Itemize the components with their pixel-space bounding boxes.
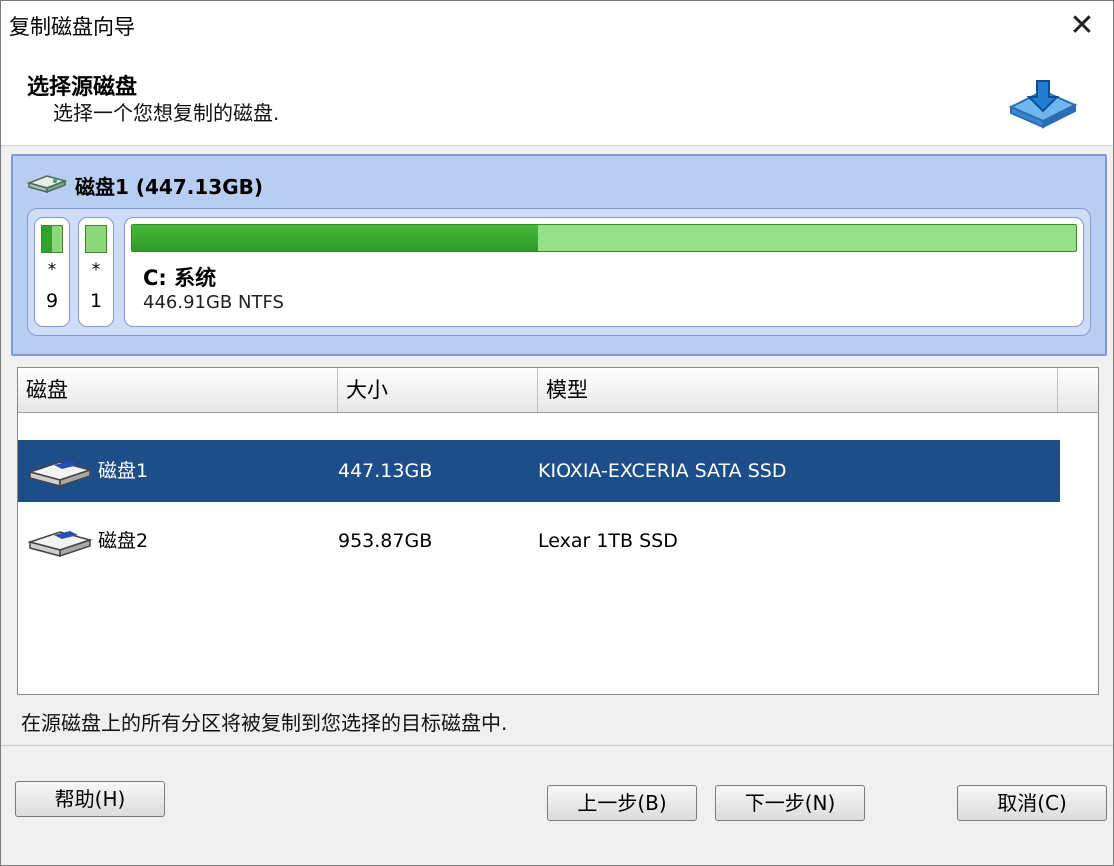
column-header-disk[interactable]: 磁盘 bbox=[18, 368, 338, 412]
cancel-button[interactable]: 取消(C) bbox=[957, 785, 1107, 821]
partition-letter: * bbox=[47, 260, 57, 280]
partition-usage-bar bbox=[131, 224, 1077, 252]
disk-copy-icon bbox=[1008, 80, 1078, 129]
partition-map: * 9 * 1 C: 系统 446.91GB NTFS bbox=[27, 208, 1091, 336]
info-message: 在源磁盘上的所有分区将被复制到您选择的目标磁盘中. bbox=[21, 711, 508, 735]
wizard-header: 选择源磁盘 选择一个您想复制的磁盘. bbox=[1, 49, 1113, 146]
disk-size: 953.87GB bbox=[338, 530, 433, 552]
close-button[interactable]: ✕ bbox=[1051, 1, 1113, 49]
partition-size: 9 bbox=[45, 290, 59, 312]
partition-size: 1 bbox=[89, 290, 103, 312]
disk-row-1[interactable]: 磁盘1 447.13GB KIOXIA-EXCERIA SATA SSD bbox=[18, 440, 1060, 502]
partition-small-1[interactable]: * 9 bbox=[34, 217, 70, 327]
partition-name: C: 系统 bbox=[143, 266, 217, 290]
disk-model: KIOXIA-EXCERIA SATA SSD bbox=[538, 460, 787, 482]
footer-divider bbox=[1, 745, 1113, 746]
disk-size: 447.13GB bbox=[338, 460, 433, 482]
disk-label: 磁盘1 (447.13GB) bbox=[75, 175, 263, 199]
title-bar: 复制磁盘向导 ✕ bbox=[1, 1, 1113, 49]
help-button[interactable]: 帮助(H) bbox=[15, 781, 165, 817]
partition-info: 446.91GB NTFS bbox=[143, 292, 284, 313]
disk-row-2[interactable]: 磁盘2 953.87GB Lexar 1TB SSD bbox=[18, 510, 1060, 572]
partition-c[interactable]: C: 系统 446.91GB NTFS bbox=[124, 217, 1084, 327]
window-title: 复制磁盘向导 bbox=[9, 15, 135, 39]
partition-usage-bar bbox=[41, 225, 63, 253]
disk-name: 磁盘1 bbox=[98, 460, 149, 482]
partition-small-2[interactable]: * 1 bbox=[78, 217, 114, 327]
partition-usage-bar bbox=[85, 225, 107, 253]
partition-letter: * bbox=[91, 260, 101, 280]
next-button[interactable]: 下一步(N) bbox=[715, 785, 865, 821]
copy-disk-wizard-window: 复制磁盘向导 ✕ 选择源磁盘 选择一个您想复制的磁盘. 磁盘1 (447.13G… bbox=[0, 0, 1114, 866]
hard-disk-icon bbox=[27, 531, 93, 558]
disk-model: Lexar 1TB SSD bbox=[538, 530, 678, 552]
column-header-model[interactable]: 模型 bbox=[538, 368, 1058, 412]
column-header-size[interactable]: 大小 bbox=[338, 368, 538, 412]
disk-name: 磁盘2 bbox=[98, 530, 149, 552]
step-subtitle: 选择一个您想复制的磁盘. bbox=[53, 101, 280, 125]
source-disk-panel[interactable]: 磁盘1 (447.13GB) * 9 * 1 C: 系统 446.91GB NT… bbox=[11, 154, 1107, 356]
partition-used-fill bbox=[132, 225, 538, 251]
column-header-filler bbox=[1058, 368, 1098, 412]
back-button[interactable]: 上一步(B) bbox=[547, 785, 697, 821]
close-icon: ✕ bbox=[1069, 7, 1095, 43]
hard-disk-icon bbox=[27, 461, 93, 488]
hard-disk-icon bbox=[27, 175, 67, 193]
list-header: 磁盘 大小 模型 bbox=[18, 368, 1098, 413]
disk-list[interactable]: 磁盘 大小 模型 磁盘1 447.13GB KIOXIA-EXCERIA SAT… bbox=[17, 367, 1099, 695]
